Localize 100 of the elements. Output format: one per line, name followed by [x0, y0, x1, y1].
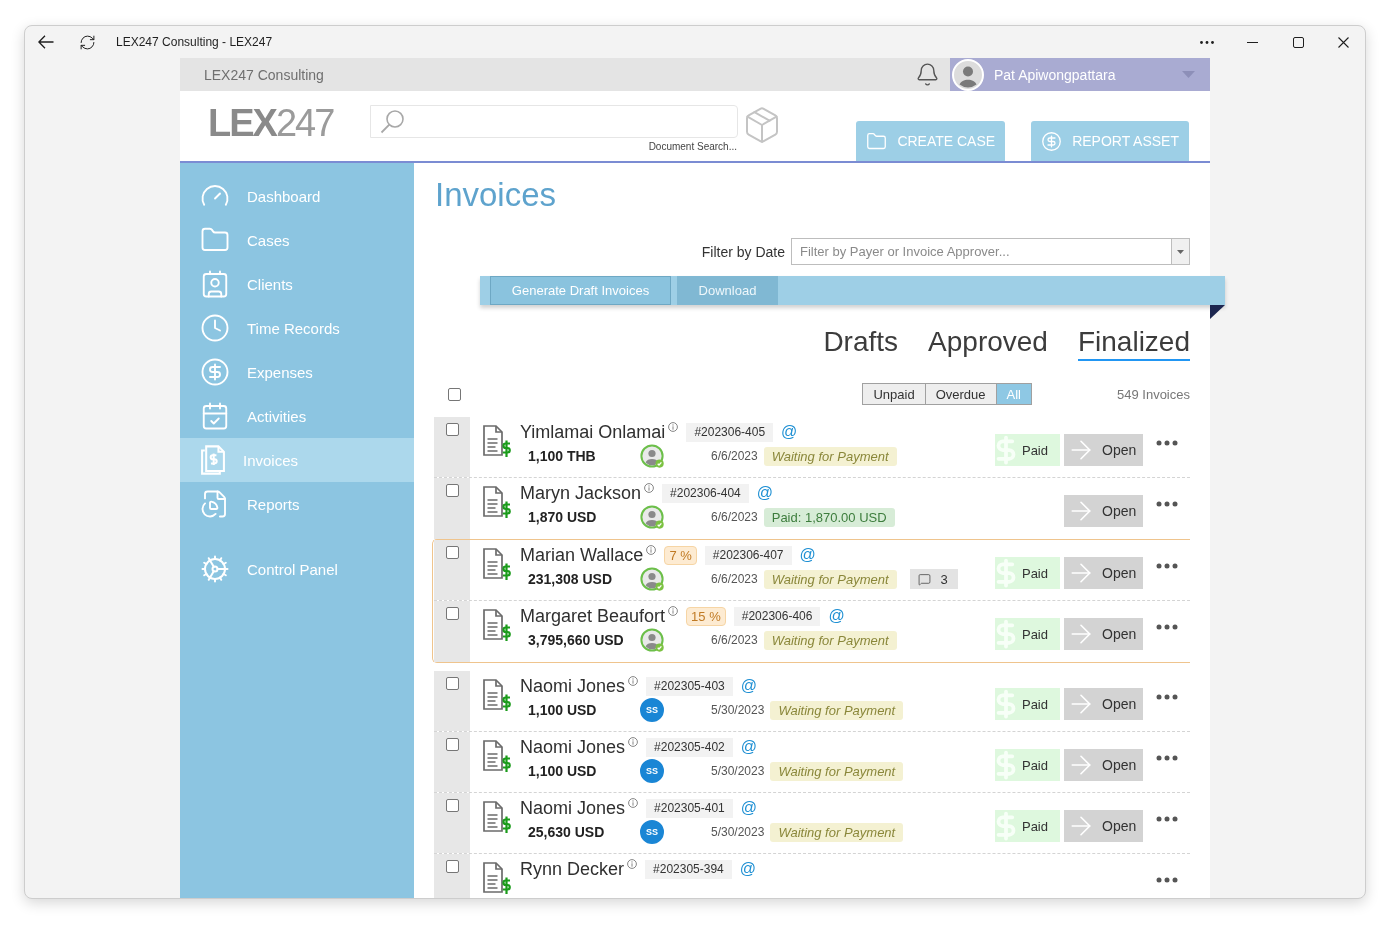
invoice-amount: 1,870 USD	[527, 509, 598, 525]
mention-link[interactable]: @	[828, 607, 845, 625]
invoice-amount: 1,100 THB	[527, 448, 597, 464]
window-title: LEX247 Consulting - LEX247	[116, 35, 273, 49]
invoice-date: 6/6/2023	[711, 449, 758, 463]
dropdown-button[interactable]	[1171, 238, 1190, 265]
open-button[interactable]: Open	[1064, 618, 1143, 650]
segment-button[interactable]: Unpaid	[862, 383, 926, 405]
mark-paid-button[interactable]: Paid	[995, 688, 1060, 720]
row-checkbox[interactable]	[445, 738, 459, 751]
row-checkbox[interactable]	[445, 799, 459, 812]
more-icon	[1200, 40, 1214, 44]
row-checkbox[interactable]	[445, 423, 459, 436]
row-checkbox[interactable]	[445, 677, 459, 690]
caret-icon	[1177, 249, 1184, 254]
mention-link[interactable]: @	[756, 484, 774, 502]
user-initials-avatar: SS	[640, 820, 664, 844]
mention-link[interactable]: @	[740, 738, 758, 756]
more-icon	[1156, 816, 1178, 822]
caret-icon	[1182, 71, 1195, 78]
nav-item[interactable]: Cases	[180, 218, 414, 262]
open-button[interactable]: Open	[1064, 749, 1143, 781]
row-checkbox[interactable]	[445, 546, 459, 559]
row-checkbox[interactable]	[445, 484, 459, 497]
folder-icon	[866, 130, 888, 152]
open-button[interactable]: Open	[1064, 557, 1143, 589]
mention-link[interactable]: @	[740, 799, 758, 817]
invoice-document-icon	[482, 608, 512, 642]
filter-by-date-label: Filter by Date	[701, 243, 785, 260]
row-checkbox[interactable]	[445, 860, 459, 873]
payer-name: Maryn Jackson	[520, 482, 642, 504]
invoice-date: 5/30/2023	[711, 764, 765, 778]
payer-filter-field[interactable]: Filter by Payer or Invoice Approver...	[791, 238, 1171, 265]
mark-paid-button[interactable]: Paid	[995, 810, 1060, 842]
info-icon	[628, 737, 639, 747]
open-button[interactable]: Open	[1064, 688, 1143, 720]
tab[interactable]: Finalized	[1077, 325, 1190, 361]
status-badge: Waiting for Payment	[763, 446, 897, 466]
nav-item[interactable]: Dashboard	[180, 174, 414, 218]
info-icon	[628, 676, 639, 686]
mention-link[interactable]: @	[740, 677, 758, 695]
info-icon	[646, 545, 657, 555]
status-badge: Waiting for Payment	[763, 569, 897, 589]
notification-bell-icon[interactable]	[915, 62, 940, 87]
comments-button[interactable]: 3	[909, 569, 958, 589]
invoice-document-icon	[482, 678, 512, 712]
payer-name: Naomi Jones	[520, 736, 626, 758]
percent-badge: 15 %	[686, 606, 726, 626]
tab[interactable]: Approved	[928, 325, 1048, 361]
open-button[interactable]: Open	[1064, 810, 1143, 842]
payer-name: Naomi Jones	[520, 797, 626, 819]
mention-link[interactable]: @	[739, 860, 757, 878]
invoice-document-icon	[482, 424, 512, 458]
back-arrow-icon	[38, 35, 54, 49]
invoice-number: #202305-401	[646, 798, 733, 818]
invoice-icon	[200, 445, 226, 475]
info-icon	[644, 483, 655, 493]
search-field[interactable]	[370, 105, 738, 138]
invoice-document-icon	[482, 739, 512, 773]
info-icon	[628, 798, 639, 808]
invoice-amount: 25,630 USD	[527, 824, 606, 840]
status-badge: Waiting for Payment	[770, 700, 904, 720]
mark-paid-button[interactable]: Paid	[995, 618, 1060, 650]
mark-paid-button[interactable]: Paid	[995, 434, 1060, 466]
search-icon	[379, 108, 405, 135]
mark-paid-button[interactable]: Paid	[995, 749, 1060, 781]
open-button[interactable]: Open	[1064, 434, 1143, 466]
invoice-date: 6/6/2023	[711, 510, 758, 524]
nav-item[interactable]: Activities	[180, 394, 414, 438]
nav-item[interactable]: Clients	[180, 262, 414, 306]
minimize-icon	[1246, 41, 1258, 43]
info-icon	[668, 606, 679, 616]
percent-badge: 7 %	[664, 545, 697, 565]
nav-item[interactable]: Reports	[180, 482, 414, 526]
mention-link[interactable]: @	[781, 423, 798, 441]
tab[interactable]: Drafts	[823, 325, 899, 361]
nav-item[interactable]: Control Panel	[180, 547, 414, 591]
dollar-circle-icon	[200, 357, 230, 387]
nav-item[interactable]: Time Records	[180, 306, 414, 350]
payer-name: Yimlamai Onlamai	[520, 421, 666, 443]
invoice-document-icon	[482, 485, 512, 519]
gear-icon	[200, 554, 230, 584]
segment-button[interactable]: Overdue	[924, 383, 997, 405]
invoice-number: #202305-394	[645, 859, 732, 879]
open-button[interactable]: Open	[1064, 495, 1143, 527]
invoice-date: 5/30/2023	[711, 703, 765, 717]
user-menu-button[interactable]: Pat Apiwongpattara	[950, 58, 1210, 91]
nav-item[interactable]: Expenses	[180, 350, 414, 394]
contact-card-icon	[200, 269, 230, 299]
invoice-number: #202306-404	[662, 483, 749, 503]
more-icon	[1156, 563, 1178, 569]
info-icon	[668, 422, 679, 432]
row-checkbox[interactable]	[445, 607, 459, 620]
mention-link[interactable]: @	[799, 546, 816, 564]
invoice-count: 549 Invoices	[1117, 386, 1190, 402]
status-badge: Waiting for Payment	[763, 630, 897, 650]
mark-paid-button[interactable]: Paid	[995, 557, 1060, 589]
select-all-checkbox[interactable]	[448, 387, 461, 401]
status-badge: Paid: 1,870.00 USD	[763, 507, 895, 527]
toolbar-button[interactable]: Generate Draft Invoices	[490, 276, 671, 305]
